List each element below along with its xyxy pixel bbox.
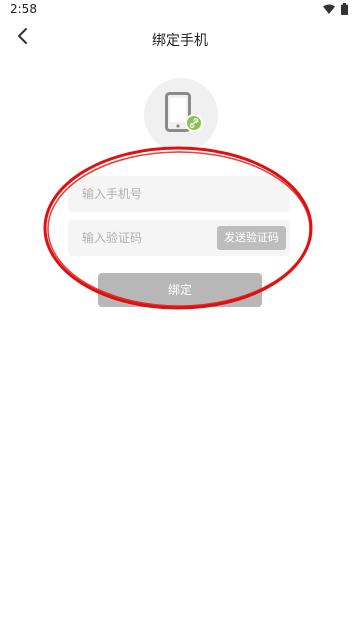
phone-illustration (144, 78, 218, 152)
wifi-icon (323, 4, 335, 14)
toolbar: 绑定手机 (0, 20, 360, 56)
verification-code-field: 发送验证码 (68, 220, 290, 256)
page-title: 绑定手机 (152, 33, 208, 49)
phone-input[interactable] (68, 176, 290, 212)
bind-phone-screen: 2:58 绑定手机 输入手机号 输入验证码 发送验证码 绑定 (0, 0, 360, 641)
phone-field (68, 176, 290, 212)
status-bar: 2:58 (0, 0, 360, 18)
send-code-button[interactable]: 发送验证码 (217, 226, 286, 250)
link-icon (185, 114, 203, 132)
verification-code-input[interactable] (68, 220, 218, 256)
status-icons (323, 3, 348, 15)
status-time: 2:58 (10, 2, 37, 16)
battery-icon (341, 3, 348, 15)
bind-button[interactable]: 绑定 (98, 273, 262, 307)
